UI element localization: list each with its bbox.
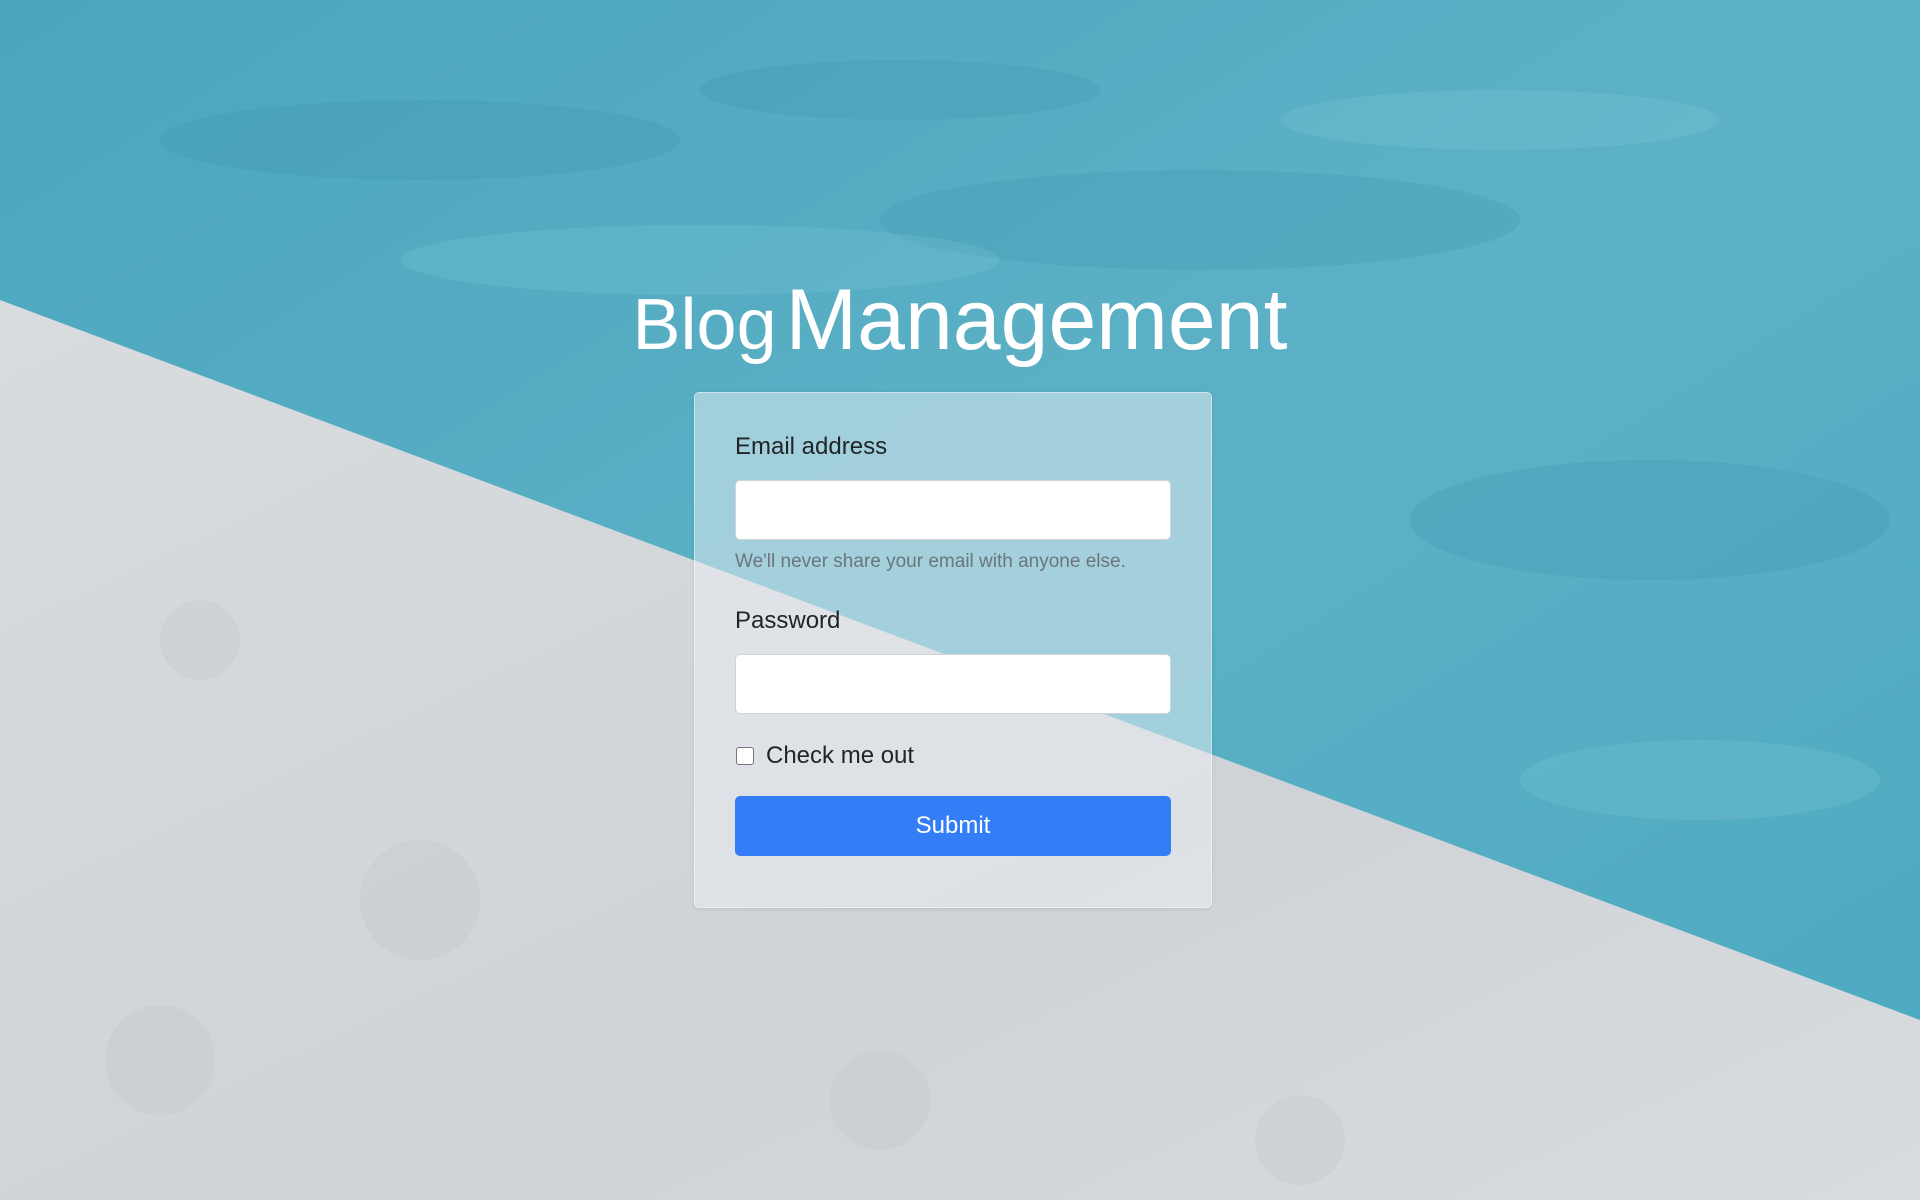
submit-button[interactable]: Submit xyxy=(735,795,1171,856)
password-field[interactable] xyxy=(735,653,1171,714)
password-label: Password xyxy=(735,606,841,634)
page-title-word-blog: Blog xyxy=(632,285,777,366)
login-form-card: Email address We'll never share your ema… xyxy=(694,392,1212,908)
email-label: Email address xyxy=(735,433,888,460)
remember-checkbox-row: Check me out xyxy=(735,742,1171,770)
page-title: Blog Management xyxy=(0,277,1920,363)
check-me-out-checkbox[interactable] xyxy=(736,746,754,765)
page-title-word-management: Management xyxy=(785,272,1288,369)
email-help-text: We'll never share your email with anyone… xyxy=(735,550,1126,572)
email-field[interactable] xyxy=(735,479,1171,540)
check-me-out-label[interactable]: Check me out xyxy=(766,742,914,770)
